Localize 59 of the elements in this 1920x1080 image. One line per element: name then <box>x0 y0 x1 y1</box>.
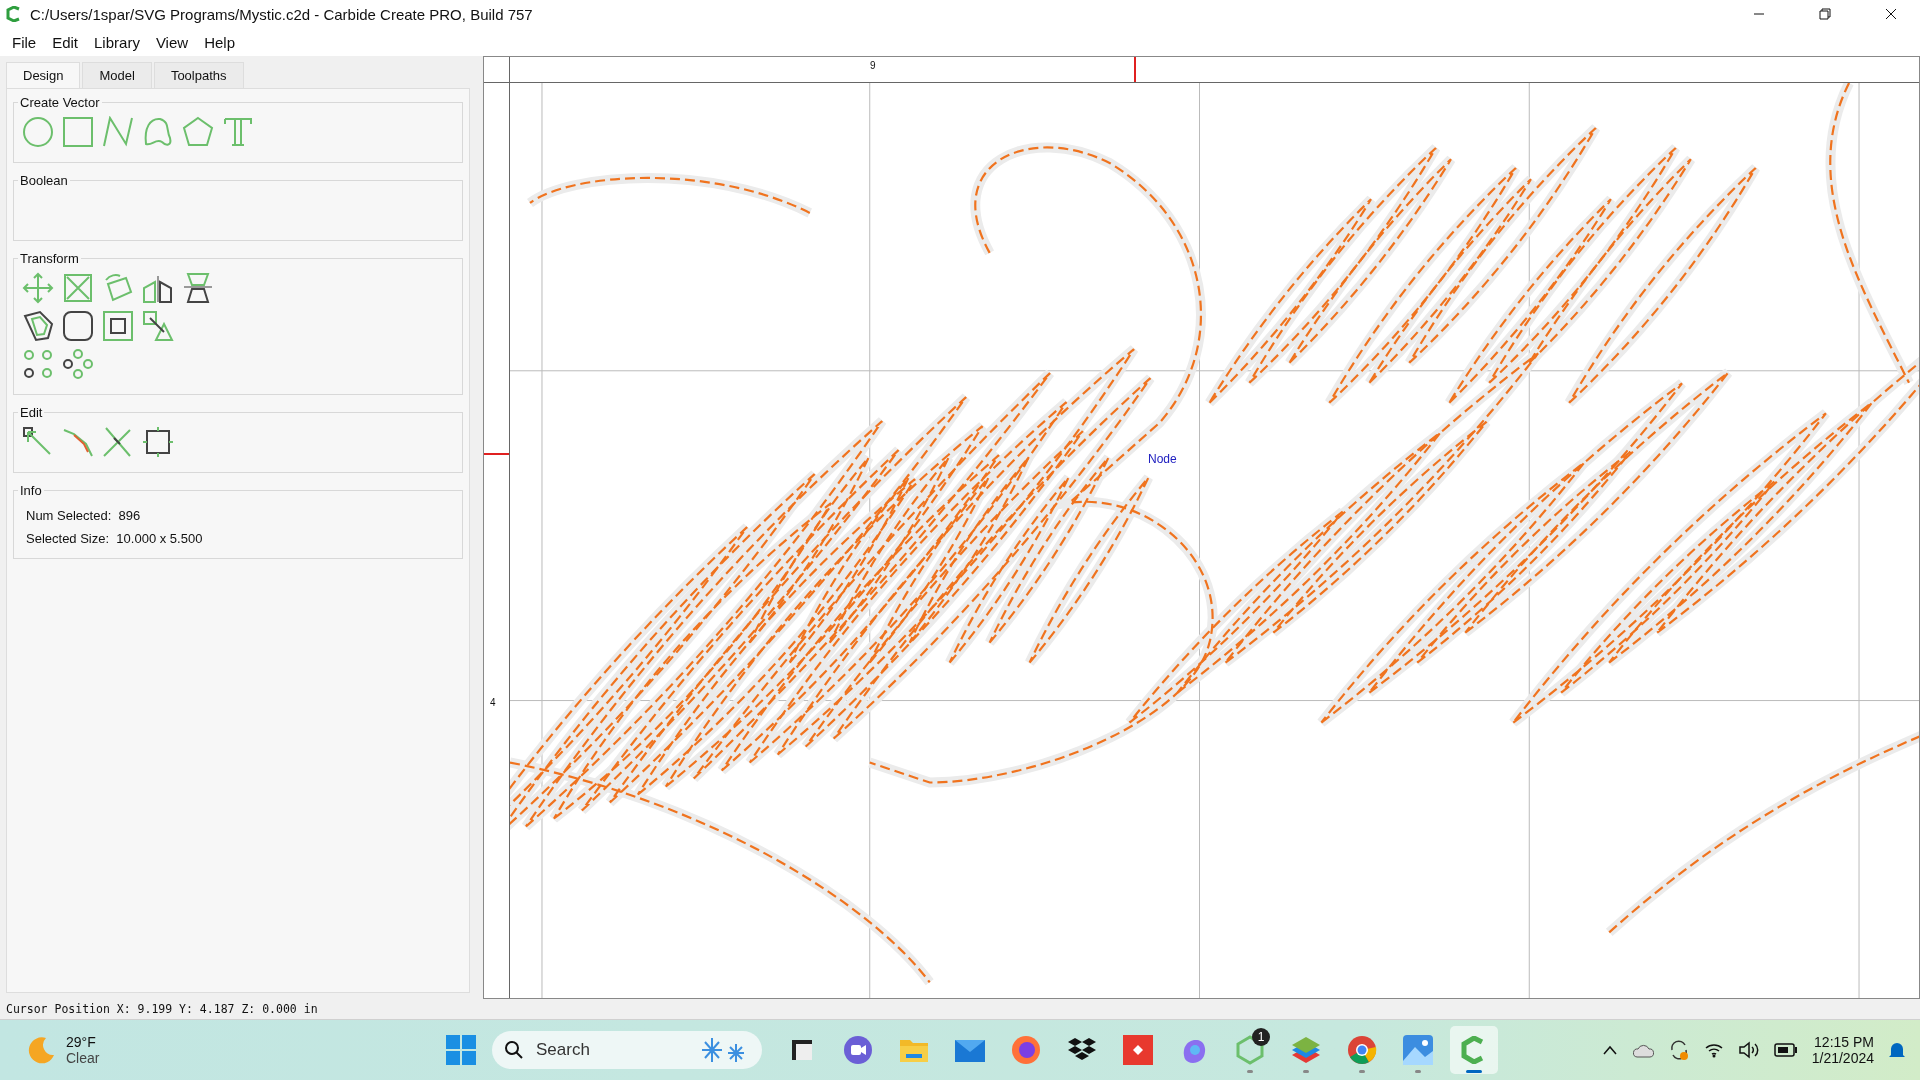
layers-icon <box>1290 1035 1322 1065</box>
node-label: Node <box>1148 452 1177 466</box>
ruler-label: 9 <box>870 60 876 71</box>
app-tile-icon <box>1123 1035 1153 1065</box>
video-camera-icon <box>843 1035 873 1065</box>
search-input[interactable]: Search <box>534 1039 690 1061</box>
c-logo-icon <box>6 6 22 22</box>
restore-icon[interactable] <box>1819 8 1831 20</box>
window-title: C:/Users/1spar/SVG Programs/Mystic.c2d - Carbide Create PRO, Build 757 <box>30 5 534 23</box>
bounding-box-icon[interactable] <box>142 426 174 458</box>
menu-item[interactable]: View <box>147 33 197 51</box>
offset-icon[interactable] <box>22 310 54 342</box>
fox-browser-icon <box>1011 1035 1041 1065</box>
design-canvas[interactable]: 9 4 Node <box>483 56 1920 999</box>
bell-icon[interactable] <box>1888 1040 1906 1060</box>
search-field[interactable]: Search <box>492 1031 762 1069</box>
info-text: Num Selected: 896 <box>25 507 142 525</box>
status-bar-text: Cursor Position X: 9.199 Y: 4.187 Z: 0.000 in <box>5 1001 319 1018</box>
align-icon[interactable] <box>102 310 134 342</box>
menu-item[interactable]: Edit <box>44 33 87 51</box>
trim-icon[interactable] <box>62 426 94 458</box>
start-icon[interactable] <box>446 1035 476 1065</box>
speaker-icon[interactable] <box>1737 1041 1760 1059</box>
temperature-text: 29°F <box>66 1034 97 1050</box>
group-title: Create Vector <box>19 95 101 110</box>
cursor-marker <box>1134 57 1136 82</box>
battery-icon[interactable] <box>1773 1043 1798 1057</box>
cloud-icon[interactable] <box>1631 1042 1654 1058</box>
envelope-icon <box>954 1037 986 1063</box>
grid-array-icon[interactable] <box>22 348 54 380</box>
cursor-marker <box>484 453 509 455</box>
flip-icon[interactable] <box>182 272 214 304</box>
ruler-label: 4 <box>490 697 496 708</box>
round-browser-icon <box>1347 1035 1377 1065</box>
menu-item[interactable]: Help <box>196 33 243 51</box>
group-title: Boolean <box>19 173 69 188</box>
weather-condition-text: Clear <box>66 1050 100 1066</box>
search-icon <box>504 1040 524 1060</box>
moon-icon <box>26 1035 56 1065</box>
fillet-icon[interactable] <box>62 310 94 342</box>
group-title: Info <box>19 483 43 498</box>
info-text: Selected Size: 10.000 x 5.500 <box>25 530 204 548</box>
group-title: Edit <box>19 405 44 420</box>
group-title: Transform <box>19 251 80 266</box>
menu-item[interactable]: Library <box>86 33 148 51</box>
circular-array-icon[interactable] <box>62 348 94 380</box>
tab[interactable]: Toolpaths <box>153 62 244 88</box>
clock-time[interactable]: 12:15 PM <box>1814 1034 1874 1050</box>
tab[interactable]: Design <box>6 62 81 88</box>
clock-date[interactable]: 1/21/2024 <box>1811 1050 1874 1066</box>
close-icon[interactable] <box>1885 8 1897 20</box>
wifi-icon[interactable] <box>1703 1042 1724 1058</box>
nest-icon[interactable] <box>142 310 174 342</box>
taskbar-app-button[interactable]: 1 <box>1226 1026 1274 1074</box>
chevron-up-icon[interactable] <box>1601 1045 1618 1055</box>
menu-item[interactable]: File <box>4 33 45 51</box>
picture-icon <box>1403 1035 1433 1065</box>
notification-badge: 1 <box>1252 1028 1270 1046</box>
tab[interactable]: Model <box>82 62 152 88</box>
